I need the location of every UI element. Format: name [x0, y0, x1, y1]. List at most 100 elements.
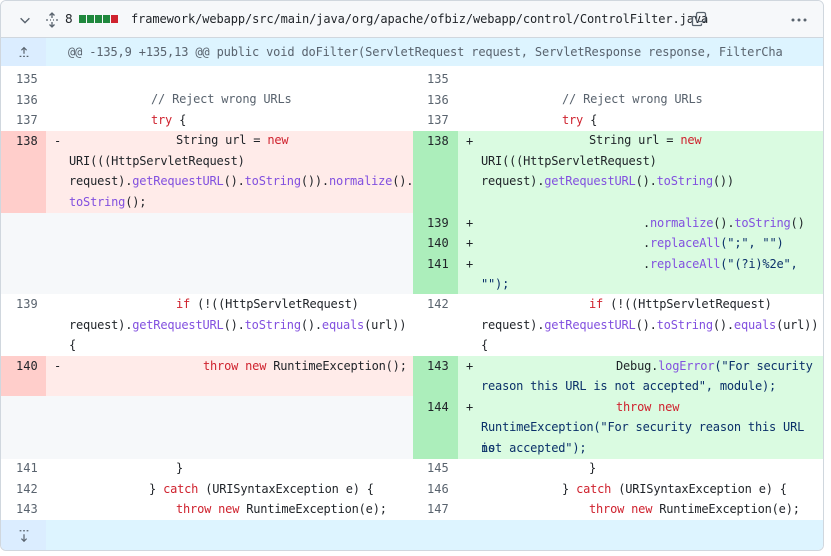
expand-up-icon [19, 46, 28, 57]
keyword-token: throw [589, 502, 625, 516]
code-line: throw new RuntimeException(e); [176, 499, 387, 520]
string-token: ""); [481, 277, 510, 291]
code-token: (). [713, 216, 735, 230]
code-token: { [583, 113, 598, 127]
right-line-number[interactable]: 135 [427, 69, 449, 89]
deletion-marker: - [54, 134, 62, 148]
keyword-token: new [245, 359, 267, 373]
code-line: // Reject wrong URLs [562, 89, 703, 110]
left-line-number[interactable]: 143 [16, 499, 38, 519]
code-line: request).getRequestURL().toString().equa… [481, 315, 818, 336]
expand-up-button[interactable] [1, 38, 46, 66]
string-token: reason this URL is not accepted", module… [481, 379, 777, 393]
right-line-number[interactable]: 143 [427, 356, 449, 376]
method-token: normalize [328, 174, 393, 188]
code-token: URI(((HttpServletRequest) [69, 154, 245, 168]
code-token: (URISyntaxException e) { [198, 482, 374, 496]
diffstat-block-added [95, 15, 102, 23]
code-token: (url)) [776, 318, 819, 332]
code-token: Debug. [616, 359, 659, 373]
code-line: { [69, 335, 76, 356]
left-line-number[interactable]: 141 [16, 458, 38, 478]
string-token: not accepted"); [481, 441, 587, 455]
method-token: getRequestURL [132, 174, 224, 188]
addition-marker: + [466, 257, 474, 271]
method-token: normalize [650, 216, 714, 230]
right-line-number[interactable]: 144 [427, 397, 449, 417]
right-line-number[interactable]: 136 [427, 90, 449, 110]
right-line-number[interactable]: 139 [427, 213, 449, 233]
keyword-token: throw [176, 502, 212, 516]
diffstat-block-added [103, 15, 110, 23]
hunk-header: @@ -135,9 +135,13 @@ public void doFilte… [1, 38, 823, 66]
left-line-number[interactable]: 140 [16, 356, 38, 376]
expand-down-button[interactable] [1, 520, 46, 550]
left-line-number[interactable]: 139 [16, 294, 38, 314]
method-token: equals [733, 318, 777, 332]
code-token: ()) [712, 174, 734, 188]
left-line-number[interactable]: 142 [16, 479, 38, 499]
code-line: String url = new [589, 130, 702, 151]
keyword-token: catch [576, 482, 612, 496]
left-line-number[interactable]: 135 [16, 69, 38, 89]
code-line: request).getRequestURL().toString().equa… [69, 315, 406, 336]
code-token: request). [481, 318, 545, 332]
code-token: ()). [300, 174, 329, 188]
expand-all-icon[interactable] [44, 12, 60, 28]
left-line-number[interactable]: 138 [16, 131, 38, 151]
code-token: request). [69, 318, 133, 332]
method-token: toString [244, 174, 301, 188]
code-line: // Reject wrong URLs [151, 89, 292, 110]
code-token: RuntimeException(); [266, 359, 407, 373]
left-empty-2 [1, 396, 413, 459]
code-token: (URISyntaxException e) { [611, 482, 787, 496]
bottom-expander [1, 520, 823, 550]
code-line: reason this URL is not accepted", module… [481, 376, 776, 397]
code-line: .replaceAll(";", "") [643, 233, 784, 254]
code-token: } [589, 461, 597, 475]
file-path-link[interactable]: framework/webapp/src/main/java/org/apach… [131, 11, 708, 27]
keyword-token: try [562, 113, 584, 127]
left-line-number[interactable]: 137 [16, 110, 38, 130]
keyword-token: throw [203, 359, 239, 373]
code-token: } [562, 482, 577, 496]
right-line-number[interactable]: 141 [427, 254, 449, 274]
right-line-number[interactable]: 140 [427, 233, 449, 253]
method-token: toString [244, 318, 301, 332]
code-token: { [172, 113, 187, 127]
code-line: String url = new [176, 130, 289, 151]
code-token: { [481, 338, 489, 352]
copy-icon[interactable] [691, 11, 707, 27]
comment-token: // Reject wrong URLs [562, 92, 703, 106]
keyword-token: try [151, 113, 173, 127]
right-line-number[interactable]: 146 [427, 479, 449, 499]
method-token: toString [734, 216, 791, 230]
keyword-token: new [267, 133, 289, 147]
method-token: getRequestURL [544, 174, 636, 188]
left-empty-1 [1, 213, 413, 294]
diffstat-block-added [79, 15, 86, 23]
right-line-number[interactable]: 145 [427, 458, 449, 478]
left-line-number[interactable]: 136 [16, 90, 38, 110]
code-line: } [589, 458, 596, 479]
addition-marker: + [466, 400, 474, 414]
code-token: (!((HttpServletRequest) [190, 297, 359, 311]
right-line-number[interactable]: 147 [427, 499, 449, 519]
string-token: ("For security [714, 359, 813, 373]
chevron-down-icon[interactable] [18, 13, 32, 27]
right-line-number[interactable]: 142 [427, 294, 449, 314]
addition-marker: + [466, 216, 474, 230]
diffstat-block-added [87, 15, 94, 23]
code-token: () [790, 216, 805, 230]
keyword-token: new [631, 502, 653, 516]
code-token: (). [223, 318, 245, 332]
code-token: (). [223, 174, 245, 188]
code-token: RuntimeException(e); [652, 502, 800, 516]
more-options-icon[interactable] [790, 12, 808, 28]
right-line-number[interactable]: 137 [427, 110, 449, 130]
right-line-number[interactable]: 138 [427, 131, 449, 151]
code-token: URI(((HttpServletRequest) [481, 154, 657, 168]
hunk-header-body: @@ -135,9 +135,13 @@ public void doFilte… [46, 38, 823, 66]
code-token: (url)) [364, 318, 407, 332]
method-token: logError [658, 359, 715, 373]
